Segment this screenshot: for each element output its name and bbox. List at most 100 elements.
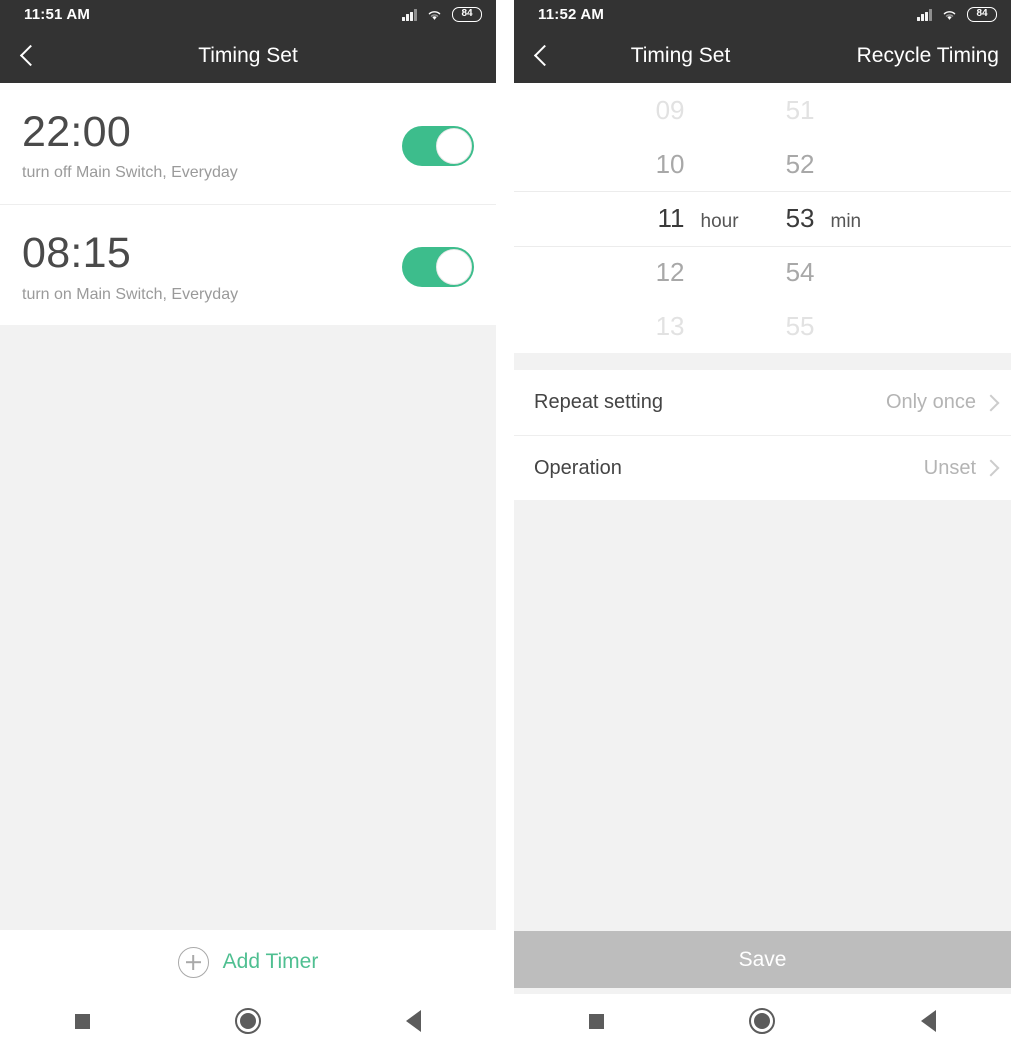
nav-recents-button[interactable] [48, 994, 118, 1048]
chevron-right-icon [982, 394, 1000, 411]
hour-cell-selected: 11 hour [633, 203, 763, 234]
settings-list: Repeat setting Only once Operation Unset [514, 370, 1011, 500]
circle-home-icon [234, 1008, 261, 1034]
hour-cell: 09 [633, 95, 763, 126]
minute-cell: 52 [763, 149, 893, 180]
picker-row-selected[interactable]: 11 hour 53 min [514, 191, 1011, 245]
battery-level-label: 84 [461, 8, 473, 19]
plus-circle-icon [177, 946, 209, 978]
nav-recents-button[interactable] [562, 994, 632, 1048]
timer-description: turn on Main Switch, Everyday [22, 285, 239, 303]
minute-cell: 55 [763, 311, 893, 342]
section-separator [514, 353, 1011, 370]
picker-row[interactable]: 13 55 [514, 299, 1011, 353]
signal-bars-icon [402, 8, 417, 21]
battery-icon: 84 [452, 6, 482, 22]
status-bar-icons: 84 [402, 6, 482, 22]
status-bar-icons: 84 [917, 6, 997, 22]
status-bar: 11:51 AM 84 [0, 0, 496, 28]
timer-toggle[interactable] [402, 125, 474, 166]
status-bar-clock: 11:52 AM [538, 5, 605, 23]
minute-cell: 51 [763, 95, 893, 126]
chevron-left-icon [19, 44, 42, 67]
minute-cell: 54 [763, 257, 893, 288]
hour-cell: 13 [633, 311, 763, 342]
triangle-back-icon [405, 1010, 421, 1032]
setting-label: Repeat setting [534, 391, 663, 413]
table-row[interactable]: 08:15 turn on Main Switch, Everyday [0, 204, 496, 325]
hour-option[interactable]: 12 [633, 257, 685, 288]
setting-value-group: Unset [923, 456, 1000, 480]
setting-label: Operation [534, 456, 622, 479]
nav-back-button[interactable] [378, 994, 448, 1048]
left-phone-screen: 11:51 AM 84 Timing Set 22:00 turn off Ma… [0, 0, 496, 1048]
save-button[interactable]: Save [514, 931, 1011, 988]
timer-list: 22:00 turn off Main Switch, Everyday 08:… [0, 83, 496, 325]
add-timer-label: Add Timer [222, 950, 319, 973]
minute-unit-label: min [830, 210, 862, 232]
square-recents-icon [589, 1013, 605, 1029]
wifi-icon [426, 8, 443, 21]
setting-value: Unset [923, 456, 976, 479]
empty-area [514, 500, 1011, 931]
setting-value: Only once [885, 391, 976, 413]
hour-cell: 10 [633, 149, 763, 180]
android-nav-bar [0, 994, 496, 1048]
hour-unit-label: hour [700, 210, 739, 232]
table-row[interactable]: 22:00 turn off Main Switch, Everyday [0, 83, 496, 204]
timer-time: 22:00 [22, 107, 132, 156]
triangle-back-icon [920, 1010, 936, 1032]
selected-minute-value[interactable]: 53 [763, 203, 815, 234]
hour-option[interactable]: 09 [633, 95, 685, 126]
picker-rows: 09 51 10 52 11 hour 53 min 12 54 13 55 [514, 83, 1011, 353]
panel-divider [496, 0, 514, 1048]
empty-area [0, 325, 496, 930]
picker-row[interactable]: 09 51 [514, 83, 1011, 137]
chevron-left-icon [533, 44, 556, 67]
hour-cell: 12 [633, 257, 763, 288]
recycle-timing-button[interactable]: Recycle Timing [857, 44, 999, 68]
app-bar: Timing Set Recycle Timing [514, 28, 1011, 83]
square-recents-icon [75, 1013, 91, 1029]
timer-time: 08:15 [22, 229, 132, 278]
toggle-knob [436, 127, 472, 164]
picker-row[interactable]: 10 52 [514, 137, 1011, 191]
setting-value-group: Only once [885, 391, 1000, 414]
add-timer-button[interactable]: Add Timer [0, 930, 496, 994]
hour-option[interactable]: 10 [633, 149, 685, 180]
nav-back-button[interactable] [893, 994, 963, 1048]
nav-home-button[interactable] [213, 994, 283, 1048]
toggle-knob [436, 249, 472, 285]
chevron-right-icon [982, 459, 1000, 477]
minute-option[interactable]: 54 [763, 257, 815, 288]
timer-info: 08:15 turn on Main Switch, Everyday [22, 230, 238, 303]
selected-hour-value[interactable]: 11 [633, 203, 685, 234]
hour-option[interactable]: 13 [633, 311, 685, 342]
back-button[interactable] [514, 28, 570, 83]
circle-home-icon [749, 1008, 776, 1034]
minute-cell-selected: 53 min [763, 203, 893, 234]
back-button[interactable] [0, 28, 56, 83]
status-bar-clock: 11:51 AM [24, 5, 91, 23]
picker-row[interactable]: 12 54 [514, 245, 1011, 299]
wifi-icon [941, 8, 958, 21]
status-bar: 11:52 AM 84 [514, 0, 1011, 28]
dual-screenshot-container: 11:51 AM 84 Timing Set 22:00 turn off Ma… [0, 0, 1011, 1048]
minute-option[interactable]: 55 [763, 311, 815, 342]
setting-row-operation[interactable]: Operation Unset [514, 435, 1011, 500]
setting-row-repeat[interactable]: Repeat setting Only once [514, 370, 1011, 435]
time-picker[interactable]: 09 51 10 52 11 hour 53 min 12 54 13 55 [514, 83, 1011, 353]
timer-toggle[interactable] [402, 247, 474, 287]
battery-icon: 84 [967, 6, 997, 22]
timer-description: turn off Main Switch, Everyday [22, 164, 238, 182]
app-bar: Timing Set [0, 28, 496, 83]
page-title: Timing Set [198, 43, 298, 67]
battery-level-label: 84 [976, 8, 988, 19]
minute-option[interactable]: 52 [763, 149, 815, 180]
timer-info: 22:00 turn off Main Switch, Everyday [22, 107, 238, 182]
android-nav-bar [514, 994, 1011, 1048]
nav-home-button[interactable] [727, 994, 797, 1048]
right-phone-screen: 11:52 AM 84 Timing Set Recycle Timing 09… [514, 0, 1011, 1048]
signal-bars-icon [917, 8, 932, 21]
minute-option[interactable]: 51 [763, 95, 815, 126]
